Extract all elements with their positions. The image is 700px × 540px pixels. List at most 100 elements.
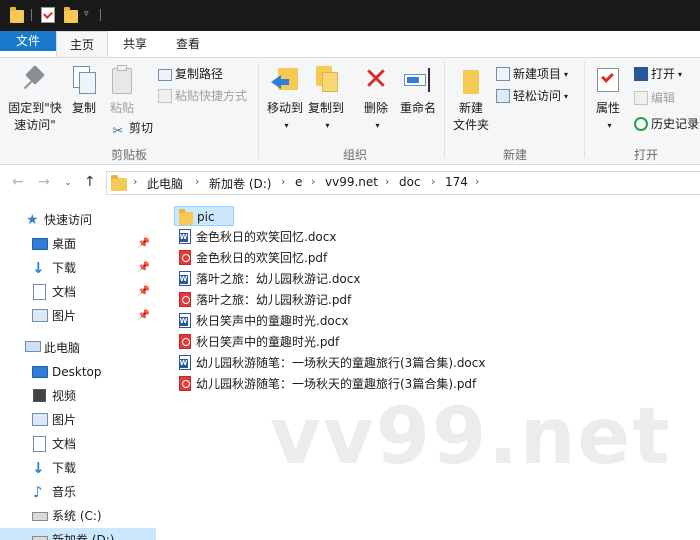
sidebar-item-this-pc[interactable]: 此电脑 (0, 336, 156, 360)
pdf-document-icon (178, 376, 192, 392)
back-arrow-icon[interactable]: ← (12, 174, 24, 190)
group-separator (444, 62, 445, 158)
file-name: 秋日笑声中的童趣时光.pdf (196, 335, 340, 349)
sidebar-item-label: 下载 (52, 261, 77, 275)
sidebar-item-documents-pc[interactable]: 文档 (0, 432, 156, 456)
new-item-icon (496, 67, 510, 81)
customize-chevron-icon[interactable]: ▿ (84, 9, 94, 25)
sidebar-item-downloads[interactable]: ↓ 下载 📌 (0, 256, 156, 280)
tab-file[interactable]: 文件 (0, 31, 56, 51)
separator (31, 9, 32, 21)
new-item-label: 新建项目 (513, 67, 562, 81)
sidebar-item-desktop-pc[interactable]: Desktop (0, 360, 156, 384)
properties-quick-icon[interactable] (41, 7, 55, 23)
address-bar[interactable]: › 此电脑 › 新加卷 (D:) › e › vv99.net › doc › … (106, 171, 700, 195)
history-button[interactable]: 历史记录 (634, 114, 699, 134)
breadcrumb-separator-icon: › (475, 175, 480, 188)
up-arrow-icon[interactable]: ↑ (84, 174, 96, 190)
pin-icon[interactable]: 📌 (138, 304, 150, 328)
open-group-label: 打开 (633, 148, 658, 162)
sidebar-item-music[interactable]: ♪ 音乐 (0, 480, 156, 504)
sidebar-item-quick-access[interactable]: ★ 快速访问 (0, 208, 156, 232)
open-button[interactable]: 打开 ▾ (634, 64, 682, 84)
move-to-button[interactable]: 移动到 ▾ (262, 64, 308, 134)
delete-button[interactable]: ✕ 删除 ▾ (360, 64, 392, 134)
copy-button[interactable]: 复制 (66, 64, 102, 117)
recent-chevron-icon[interactable]: ⌄ (64, 178, 72, 188)
tab-view[interactable]: 查看 (162, 31, 214, 57)
pin-quick-access-button[interactable]: 固定到"快速访问" (4, 64, 66, 134)
drive-icon (32, 536, 48, 540)
move-to-dropdown-icon: ▾ (284, 121, 289, 130)
sidebar-item-pictures[interactable]: 图片 📌 (0, 304, 156, 328)
sidebar-item-label: 新加卷 (D:) (52, 533, 115, 540)
folder-icon (111, 175, 127, 191)
new-folder-label-line1: 新建 (458, 101, 483, 115)
sidebar-item-documents[interactable]: 文档 📌 (0, 280, 156, 304)
organize-group-label: 组织 (342, 148, 367, 162)
sidebar-item-pictures-pc[interactable]: 图片 (0, 408, 156, 432)
tab-home[interactable]: 主页 (56, 31, 108, 58)
sidebar-item-drive-d[interactable]: 新加卷 (D:) (0, 528, 156, 540)
easy-access-button[interactable]: 轻松访问 ▾ (496, 86, 568, 106)
pin-icon[interactable]: 📌 (138, 280, 150, 304)
new-folder-button[interactable]: 新建 文件夹 (448, 64, 494, 134)
picture-icon (32, 309, 48, 322)
paste-button[interactable]: 粘贴 (104, 64, 140, 117)
copy-path-label: 复制路径 (175, 67, 224, 81)
breadcrumb-item[interactable]: 174 (445, 175, 468, 189)
breadcrumb-item[interactable]: 新加卷 (D:) (209, 175, 271, 192)
properties-button[interactable]: 属性 ▾ (590, 64, 626, 134)
sidebar-item-downloads-pc[interactable]: ↓ 下载 (0, 456, 156, 480)
new-folder-quick-icon[interactable] (64, 7, 78, 23)
copy-to-button[interactable]: 复制到 ▾ (306, 64, 346, 134)
title-bar: ▿ (0, 0, 700, 31)
sidebar-item-label: 下载 (52, 461, 77, 475)
sidebar-item-videos[interactable]: 视频 (0, 384, 156, 408)
download-arrow-icon: ↓ (32, 459, 45, 477)
edit-button[interactable]: 编辑 (634, 88, 675, 108)
document-icon (33, 284, 46, 300)
move-to-icon (269, 64, 301, 96)
copy-to-icon (310, 64, 342, 96)
picture-icon (32, 413, 48, 426)
rename-button[interactable]: 重命名 (398, 64, 438, 117)
new-folder-label-line2: 文件夹 (452, 118, 489, 132)
watermark: vv99.net (270, 392, 672, 482)
forward-arrow-icon[interactable]: → (38, 174, 50, 190)
sidebar-item-desktop[interactable]: 桌面 📌 (0, 232, 156, 256)
copy-path-button[interactable]: 复制路径 (158, 64, 223, 84)
edit-label: 编辑 (651, 91, 676, 105)
breadcrumb-item[interactable]: doc (399, 175, 421, 189)
tab-share[interactable]: 共享 (110, 31, 160, 57)
computer-icon (25, 341, 41, 352)
properties-icon (592, 64, 624, 96)
properties-dropdown-icon: ▾ (607, 121, 612, 130)
pin-icon[interactable]: 📌 (138, 256, 150, 280)
pdf-document-icon (178, 334, 192, 350)
music-note-icon: ♪ (33, 483, 43, 501)
sidebar-item-label: 文档 (52, 285, 77, 299)
folder-icon[interactable] (10, 7, 24, 23)
move-to-label: 移动到 (266, 101, 303, 115)
breadcrumb-separator-icon: › (311, 175, 316, 188)
paste-shortcut-button[interactable]: 粘贴快捷方式 (158, 86, 247, 106)
breadcrumb-item[interactable]: e (295, 175, 302, 189)
pdf-document-icon (178, 250, 192, 266)
navigation-bar: ← → ⌄ ↑ › 此电脑 › 新加卷 (D:) › e › vv99.net … (0, 165, 700, 201)
rename-label: 重命名 (399, 101, 436, 115)
copy-icon (68, 64, 100, 96)
sidebar-item-label: 系统 (C:) (52, 509, 102, 523)
breadcrumb-item[interactable]: vv99.net (325, 175, 378, 189)
pin-icon[interactable]: 📌 (138, 232, 150, 256)
word-document-icon (178, 271, 192, 287)
edit-icon (634, 91, 648, 105)
word-document-icon (178, 355, 192, 371)
cut-button[interactable]: ✂ 剪切 (110, 118, 153, 139)
list-item[interactable]: pic (174, 206, 234, 226)
breadcrumb-item[interactable]: 此电脑 (147, 175, 183, 192)
new-item-button[interactable]: 新建项目 ▾ (496, 64, 568, 84)
open-label: 打开 (651, 67, 676, 81)
breadcrumb-separator-icon: › (431, 175, 436, 188)
sidebar-item-drive-c[interactable]: 系统 (C:) (0, 504, 156, 528)
